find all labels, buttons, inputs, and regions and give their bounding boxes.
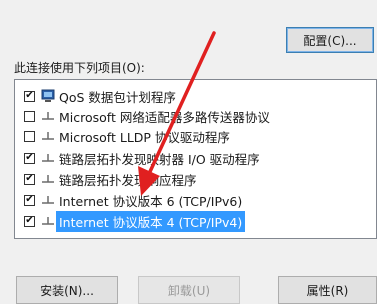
protocol-icon (41, 151, 55, 165)
list-item-label: 链路层拓扑发现响应程序 (59, 172, 197, 188)
list-item-lldp[interactable]: Microsoft LLDP 协议驱动程序 (15, 126, 376, 146)
list-item-label: Microsoft 网络适配器多路传送器协议 (59, 109, 270, 125)
checkbox[interactable] (24, 130, 35, 142)
list-item-lltd-responder[interactable]: ✔ 链路层拓扑发现响应程序 (15, 169, 376, 189)
list-item-multiplexor[interactable]: Microsoft 网络适配器多路传送器协议 (15, 106, 376, 126)
properties-button[interactable]: 属性(R) (278, 276, 377, 304)
checkbox[interactable]: ✔ (24, 194, 35, 206)
list-item-ipv4[interactable]: ✔ Internet 协议版本 4 (TCP/IPv4) (15, 210, 376, 232)
protocol-icon (41, 172, 55, 186)
list-item-label: Internet 协议版本 6 (TCP/IPv6) (59, 193, 243, 209)
protocol-icon (41, 129, 55, 143)
list-item-lltd-mapper[interactable]: ✔ 链路层拓扑发现映射器 I/O 驱动程序 (15, 148, 376, 168)
protocol-icon (41, 109, 55, 123)
checkbox[interactable]: ✔ (24, 173, 35, 185)
qos-scheduler-icon (41, 89, 55, 103)
protocol-icon (41, 214, 55, 228)
protocol-icon (41, 193, 55, 207)
list-item-label: QoS 数据包计划程序 (59, 89, 176, 105)
install-button[interactable]: 安装(N)... (16, 276, 118, 304)
list-item-qos[interactable]: ✔ QoS 数据包计划程序 (15, 86, 376, 106)
components-list-label: 此连接使用下列项目(O): (14, 61, 145, 75)
checkbox[interactable]: ✔ (24, 215, 35, 227)
checkbox[interactable]: ✔ (24, 152, 35, 164)
list-item-label: 链路层拓扑发现映射器 I/O 驱动程序 (59, 151, 260, 167)
checkbox[interactable] (24, 110, 35, 122)
list-item-ipv6[interactable]: ✔ Internet 协议版本 6 (TCP/IPv6) (15, 190, 376, 210)
configure-button[interactable]: 配置(C)... (286, 27, 374, 53)
list-item-label: Microsoft LLDP 协议驱动程序 (59, 129, 230, 145)
list-item-label: Internet 协议版本 4 (TCP/IPv4) (56, 210, 246, 232)
uninstall-button[interactable]: 卸载(U) (138, 276, 240, 304)
components-list[interactable]: ✔ QoS 数据包计划程序 Microsoft 网络适配器多路传送器协议 Mic… (14, 79, 377, 239)
checkbox[interactable]: ✔ (24, 90, 35, 102)
